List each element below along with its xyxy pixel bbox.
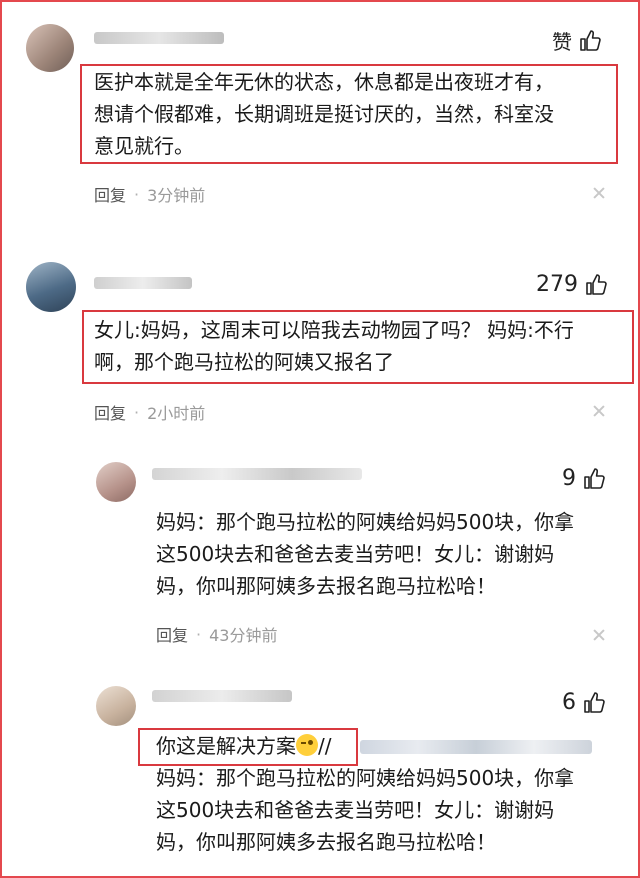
comment-meta: 回复 · 43分钟前 xyxy=(156,622,277,646)
avatar[interactable] xyxy=(26,262,76,312)
thumbs-up-icon xyxy=(580,29,601,51)
comment-text: 妈妈：那个跑马拉松的阿姨给妈妈500块，你拿 这500块去和爸爸去麦当劳吧！女儿… xyxy=(156,766,575,854)
username-blurred[interactable] xyxy=(152,468,362,480)
like-label: 赞 xyxy=(552,30,572,54)
thumbs-up-icon xyxy=(584,691,605,713)
like-count: 6 xyxy=(562,690,576,715)
comment-text: 医护本就是全年无休的状态，休息都是出夜班才有， 想请个假都难，长期调班是挺讨厌的… xyxy=(94,70,554,158)
username-blurred[interactable] xyxy=(94,32,224,44)
avatar[interactable] xyxy=(96,686,136,726)
reply-button[interactable]: 回复 xyxy=(156,622,188,646)
comment-text: 妈妈：那个跑马拉松的阿姨给妈妈500块，你拿 这500块去和爸爸去麦当劳吧！女儿… xyxy=(156,510,575,598)
reply-button[interactable]: 回复 xyxy=(94,182,126,206)
like-button[interactable]: 赞 xyxy=(552,26,602,55)
close-icon[interactable] xyxy=(592,628,606,642)
like-button[interactable]: 279 xyxy=(536,272,608,297)
username-blurred[interactable] xyxy=(152,690,292,702)
reply-button[interactable]: 回复 xyxy=(94,400,126,424)
timestamp: 43分钟前 xyxy=(209,626,278,645)
thumbs-up-icon xyxy=(586,273,607,295)
like-button[interactable]: 6 xyxy=(562,690,606,715)
comment-first-line: 你这是解决方案// xyxy=(156,734,332,758)
thumbs-up-icon xyxy=(584,467,605,489)
quoted-username-blurred[interactable] xyxy=(360,740,592,754)
timestamp: 3分钟前 xyxy=(147,186,206,205)
like-count: 9 xyxy=(562,466,576,491)
avatar[interactable] xyxy=(26,24,74,72)
like-button[interactable]: 9 xyxy=(562,466,606,491)
avatar[interactable] xyxy=(96,462,136,502)
comment-text: 女儿:妈妈，这周末可以陪我去动物园了吗？ 妈妈:不行 啊，那个跑马拉松的阿姨又报… xyxy=(94,318,574,374)
like-count: 279 xyxy=(536,272,578,297)
close-icon[interactable] xyxy=(592,186,606,200)
comment-meta: 回复 · 2小时前 xyxy=(94,400,205,424)
username-blurred[interactable] xyxy=(94,277,192,289)
wink-emoji-icon xyxy=(296,734,318,756)
comment-meta: 回复 · 3分钟前 xyxy=(94,182,205,206)
close-icon[interactable] xyxy=(592,404,606,418)
timestamp: 2小时前 xyxy=(147,404,206,423)
